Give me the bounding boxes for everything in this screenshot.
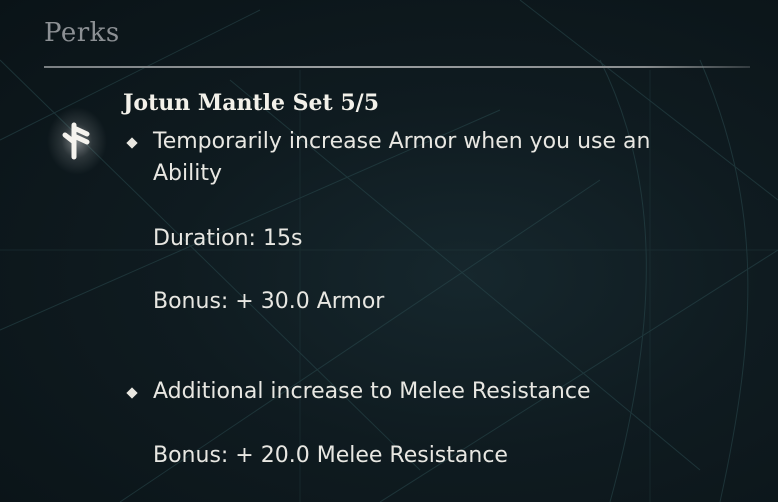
effect-duration: Duration: 15s <box>153 226 303 251</box>
perk-rune-icon <box>46 106 108 176</box>
effect-description: Temporarily increase Armor when you use … <box>153 129 651 154</box>
effect-bonus: Bonus: + 20.0 Melee Resistance <box>153 443 508 468</box>
effect-description: Additional increase to Melee Resistance <box>153 379 591 404</box>
effect-bonus: Bonus: + 30.0 Armor <box>153 289 385 314</box>
bullet-icon <box>126 137 138 149</box>
divider <box>44 66 750 68</box>
perk-name: Jotun Mantle Set 5/5 <box>123 90 380 116</box>
background-pattern <box>0 0 778 502</box>
bullet-icon <box>126 387 138 399</box>
rune-icon <box>62 122 90 160</box>
section-title: Perks <box>44 18 120 48</box>
effect-description-continued: Ability <box>153 161 222 186</box>
